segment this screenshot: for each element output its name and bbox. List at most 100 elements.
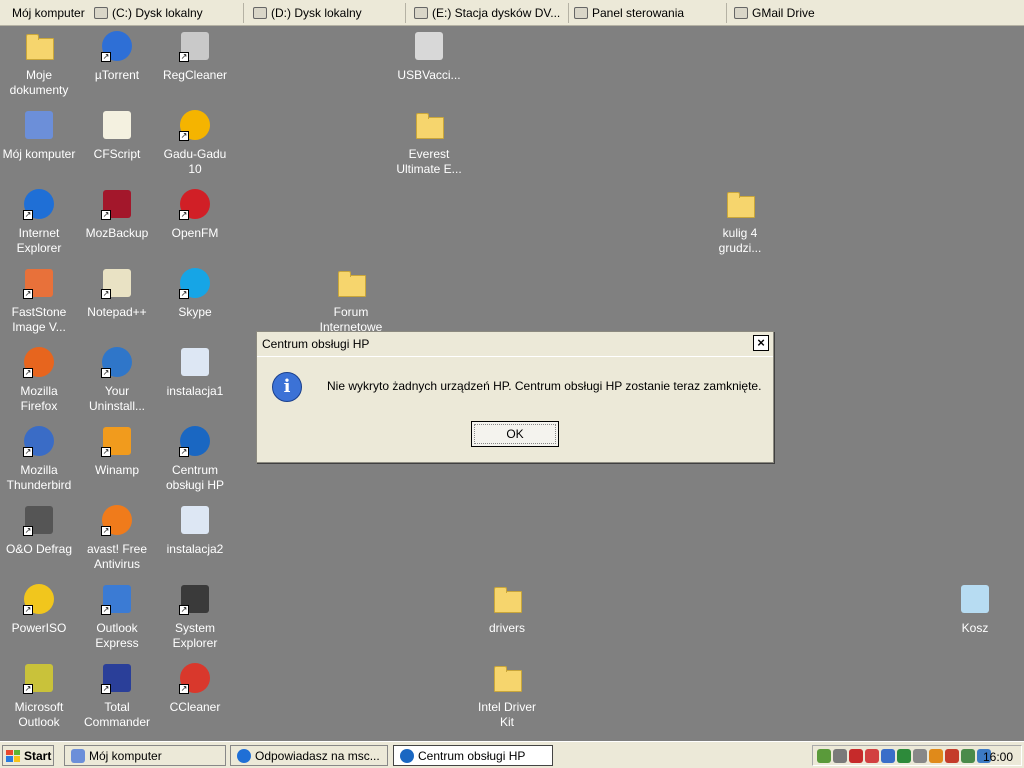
desktop-icon[interactable]: kulig 4 grudzi... [701, 188, 779, 256]
desktop-icon[interactable]: ↗ Your Uninstall... [78, 346, 156, 414]
shortcut-arrow-icon: ↗ [23, 368, 33, 378]
desktop-icon[interactable]: Moje dokumenty [0, 30, 78, 98]
desktop-icon[interactable]: ↗ Gadu-Gadu 10 [156, 109, 234, 177]
desktop-icon-label: System Explorer [172, 621, 218, 650]
task-label: Mój komputer [89, 748, 162, 763]
toolbar-item-drive-c[interactable]: (C:) Dysk lokalny [94, 5, 203, 21]
desktop-icon[interactable]: ↗ Winamp [78, 425, 156, 478]
desktop-icon-label: Winamp [94, 463, 139, 477]
hp-icon: ↗ [179, 425, 211, 457]
desktop-icon[interactable]: ↗ Mozilla Thunderbird [0, 425, 78, 493]
folder-icon [491, 583, 523, 615]
desktop-icon[interactable]: ↗ O&O Defrag [0, 504, 78, 557]
desktop-icon[interactable]: Mój komputer [0, 109, 78, 162]
toolbar-item-drive-e[interactable]: (E:) Stacja dysków DV... [414, 5, 560, 21]
desktop-icon[interactable]: Forum Internetowe [312, 267, 390, 335]
desktop-icon-label: Microsoft Outlook [14, 700, 64, 729]
task-browser[interactable]: Odpowiadasz na msc... [230, 745, 388, 766]
dialog-message: Nie wykryto żadnych urządzeń HP. Centrum… [327, 379, 762, 393]
taskbar: Start Mój komputer Odpowiadasz na msc...… [0, 741, 1024, 768]
icon-shape [338, 271, 366, 297]
volume-tray-icon[interactable] [833, 748, 847, 763]
clock: 16:00 [982, 750, 1013, 764]
gadu-gadu-icon: ↗ [179, 109, 211, 141]
desktop-icon[interactable]: ↗ Skype [156, 267, 234, 320]
desktop-icon[interactable]: ↗ Internet Explorer [0, 188, 78, 256]
icon-shape [416, 113, 444, 139]
tray-app-icon[interactable] [881, 748, 895, 763]
desktop-icon[interactable]: Kosz [936, 583, 1014, 636]
icon-shape [181, 348, 209, 376]
syringe-icon [413, 30, 445, 62]
desktop-icon[interactable]: ↗ System Explorer [156, 583, 234, 651]
system-tray: 16:00 [812, 745, 1022, 766]
desktop-icon[interactable]: instalacja1 [156, 346, 234, 399]
toolbar-item-gmail-drive[interactable]: GMail Drive [734, 5, 815, 21]
dialog-titlebar[interactable]: Centrum obsługi HP × [257, 332, 773, 357]
shortcut-arrow-icon: ↗ [179, 447, 189, 457]
task-hp-center[interactable]: Centrum obsługi HP [393, 745, 553, 766]
toolbar-item-my-computer[interactable]: Mój komputer [12, 5, 85, 21]
antivirus-tray-icon[interactable] [849, 748, 863, 763]
toolbar-separator [568, 3, 569, 23]
desktop-icon[interactable]: ↗ FastStone Image V... [0, 267, 78, 335]
desktop-icon[interactable]: Intel Driver Kit [468, 662, 546, 730]
hp-icon [400, 748, 414, 763]
folder-icon [491, 662, 523, 694]
control-panel-icon [574, 7, 588, 19]
desktop-icon[interactable]: ↗ Mozilla Firefox [0, 346, 78, 414]
network-tray-icon[interactable] [817, 748, 831, 763]
shortcut-arrow-icon: ↗ [101, 289, 111, 299]
desktop-icon[interactable]: ↗ Notepad++ [78, 267, 156, 320]
toolbar-separator [243, 3, 244, 23]
dvd-drive-icon [414, 7, 428, 19]
desktop-icon-label: Moje dokumenty [9, 68, 69, 97]
toolbar-item-drive-d[interactable]: (D:) Dysk lokalny [253, 5, 362, 21]
window-screenshot-icon [179, 346, 211, 378]
tray-app-icon[interactable] [929, 748, 943, 763]
mozbackup-icon: ↗ [101, 188, 133, 220]
desktop-icon[interactable]: ↗ PowerISO [0, 583, 78, 636]
avast-icon: ↗ [101, 504, 133, 536]
shortcut-arrow-icon: ↗ [179, 210, 189, 220]
tray-app-icon[interactable] [913, 748, 927, 763]
drive-icon [253, 7, 267, 19]
desktop-icon[interactable]: ↗ Outlook Express [78, 583, 156, 651]
your-uninstaller-icon: ↗ [101, 346, 133, 378]
desktop-icon[interactable]: ↗ Microsoft Outlook [0, 662, 78, 730]
windows-logo-icon [6, 749, 20, 762]
total-commander-icon: ↗ [101, 662, 133, 694]
desktop-icon-label: FastStone Image V... [11, 305, 67, 334]
desktop-icon[interactable]: ↗ Total Commander [78, 662, 156, 730]
desktop-icon[interactable]: ↗ Centrum obsługi HP [156, 425, 234, 493]
desktop-icon-label: instalacja2 [166, 542, 224, 556]
desktop-icon[interactable]: drivers [468, 583, 546, 636]
task-my-computer[interactable]: Mój komputer [64, 745, 226, 766]
desktop-icon[interactable]: ↗ CCleaner [156, 662, 234, 715]
close-button[interactable]: × [753, 335, 769, 351]
desktop-icon-label: Gadu-Gadu 10 [163, 147, 227, 176]
toolbar-item-label: (E:) Stacja dysków DV... [432, 6, 561, 20]
toolbar-item-control-panel[interactable]: Panel sterowania [574, 5, 684, 21]
tray-app-icon[interactable] [945, 748, 959, 763]
desktop-icon[interactable]: instalacja2 [156, 504, 234, 557]
openfm-icon: ↗ [179, 188, 211, 220]
firewall-tray-icon[interactable] [865, 748, 879, 763]
start-button[interactable]: Start [2, 745, 54, 766]
task-label: Centrum obsługi HP [418, 748, 526, 763]
network-drive-icon [734, 7, 748, 19]
desktop-icon[interactable]: ↗ OpenFM [156, 188, 234, 241]
ok-button[interactable]: OK [471, 421, 559, 447]
desktop-icon[interactable]: ↗ avast! Free Antivirus [78, 504, 156, 572]
tray-app-icon[interactable] [897, 748, 911, 763]
desktop-icon[interactable]: Everest Ultimate E... [390, 109, 468, 177]
desktop-icon[interactable]: ↗ MozBackup [78, 188, 156, 241]
tray-app-icon[interactable] [961, 748, 975, 763]
desktop-icon[interactable]: CFScript [78, 109, 156, 162]
desktop-icon-label: instalacja1 [166, 384, 224, 398]
desktop-icon[interactable]: ↗ RegCleaner [156, 30, 234, 83]
shortcut-arrow-icon: ↗ [101, 210, 111, 220]
desktop-icon[interactable]: USBVacci... [390, 30, 468, 83]
shortcut-arrow-icon: ↗ [23, 526, 33, 536]
desktop-icon[interactable]: ↗ µTorrent [78, 30, 156, 83]
